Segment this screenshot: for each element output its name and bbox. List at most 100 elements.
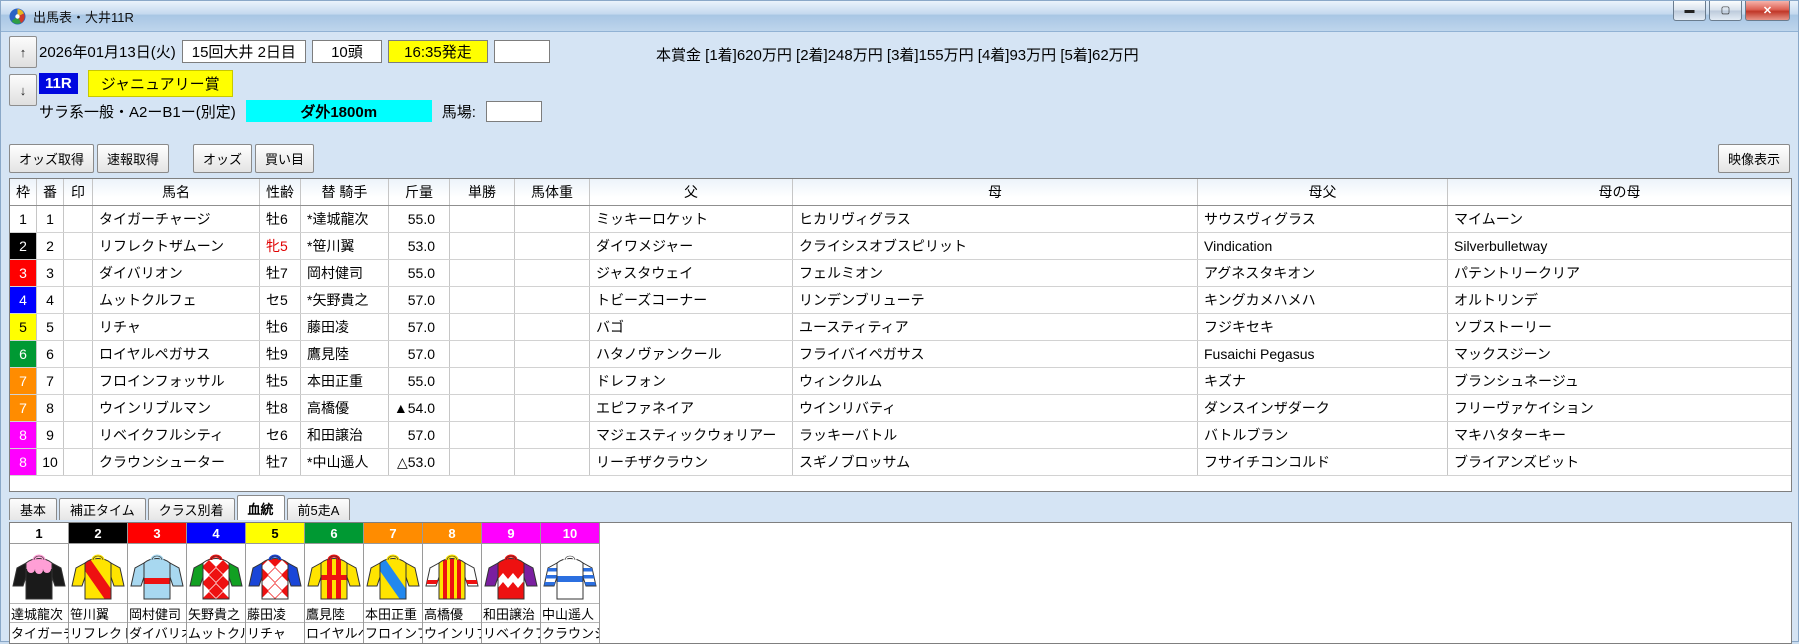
silk-jockey-name: 藤田凌 bbox=[246, 604, 304, 623]
cell-dam: クライシスオブスピリット bbox=[793, 233, 1198, 259]
cell-sire: バゴ bbox=[590, 314, 793, 340]
cell-horse-name: タイガーチャージ bbox=[93, 206, 260, 232]
table-row[interactable]: 44ムットクルフェセ5*矢野貴之57.0トビーズコーナーリンデンブリューテキング… bbox=[10, 287, 1791, 314]
tab-前5走A[interactable]: 前5走A bbox=[287, 498, 351, 520]
cell-mark[interactable] bbox=[64, 206, 93, 232]
next-race-button[interactable]: ↓ bbox=[9, 74, 37, 106]
cell-jockey: 本田正重 bbox=[301, 368, 389, 394]
cell-jockey: 岡村健司 bbox=[301, 260, 389, 286]
cell-waku: 3 bbox=[10, 260, 37, 286]
cell-horse-name: フロインフォッサル bbox=[93, 368, 260, 394]
cell-mark[interactable] bbox=[64, 260, 93, 286]
odds-fetch-button[interactable]: オッズ取得 bbox=[9, 144, 94, 173]
column-header-weight: 斤量 bbox=[389, 179, 450, 205]
cell-win-odds bbox=[450, 233, 515, 259]
column-header-horse-name: 馬名 bbox=[93, 179, 260, 205]
cell-mark[interactable] bbox=[64, 422, 93, 448]
column-header-damsire: 母父 bbox=[1198, 179, 1448, 205]
jockey-silk-icon bbox=[10, 544, 68, 604]
cell-waku: 7 bbox=[10, 395, 37, 421]
cell-sex-age: 牡5 bbox=[260, 368, 301, 394]
cell-mark[interactable] bbox=[64, 314, 93, 340]
table-row[interactable]: 78ウインリブルマン牡8高橋優▲54.0エピファネイアウインリバティダンスインザ… bbox=[10, 395, 1791, 422]
down-arrow-icon: ↓ bbox=[20, 83, 27, 98]
cell-sex-age: 牡6 bbox=[260, 206, 301, 232]
column-header-horse-weight: 馬体重 bbox=[515, 179, 590, 205]
silk-jockey-name: 笹川翼 bbox=[69, 604, 127, 623]
cell-weight: 57.0 bbox=[389, 341, 450, 367]
cell-mark[interactable] bbox=[64, 395, 93, 421]
cell-sire: ダイワメジャー bbox=[590, 233, 793, 259]
table-row[interactable]: 22リフレクトザムーン牝5*笹川翼53.0ダイワメジャークライシスオブスピリット… bbox=[10, 233, 1791, 260]
cell-damsire: フジキセキ bbox=[1198, 314, 1448, 340]
column-header-jockey: 替 騎手 bbox=[301, 179, 389, 205]
cell-damsire: アグネスタキオン bbox=[1198, 260, 1448, 286]
cell-sex-age: 牡9 bbox=[260, 341, 301, 367]
cell-mark[interactable] bbox=[64, 287, 93, 313]
table-row[interactable]: 33ダイバリオン牡7岡村健司55.0ジャスタウェイフェルミオンアグネスタキオンパ… bbox=[10, 260, 1791, 287]
cell-damsire: ダンスインザダーク bbox=[1198, 395, 1448, 421]
window-controls: ▬ ▢ ✕ bbox=[1670, 1, 1790, 21]
column-header-waku: 枠 bbox=[10, 179, 37, 205]
track-condition-input[interactable] bbox=[486, 101, 542, 122]
cell-damsire: Fusaichi Pegasus bbox=[1198, 341, 1448, 367]
silk-jockey-name: 高橋優 bbox=[423, 604, 481, 623]
jockey-silk-icon bbox=[246, 544, 304, 604]
header-blank-box[interactable] bbox=[494, 40, 550, 63]
toolbar: オッズ取得 速報取得 オッズ 買い目 映像表示 bbox=[1, 140, 1798, 176]
cell-horse-name: ロイヤルペガサス bbox=[93, 341, 260, 367]
race-header: ↑ ↓ 2026年01月13日(火) 15回大井 2日目 10頭 16:35発走… bbox=[1, 32, 1798, 140]
minimize-button[interactable]: ▬ bbox=[1673, 1, 1706, 21]
tab-クラス別着[interactable]: クラス別着 bbox=[148, 498, 235, 520]
table-row[interactable]: 11タイガーチャージ牡6*達城龍次55.0ミッキーロケットヒカリヴィグラスサウス… bbox=[10, 206, 1791, 233]
close-button[interactable]: ✕ bbox=[1745, 1, 1790, 21]
jockey-silk-icon bbox=[305, 544, 363, 604]
cell-dam: フライバイペガサス bbox=[793, 341, 1198, 367]
silk-horse-name: フロインフォッサル bbox=[364, 623, 422, 642]
table-row[interactable]: 810クラウンシューター牡7*中山遥人△53.0リーチザクラウンスギノブロッサム… bbox=[10, 449, 1791, 476]
cell-weight: 57.0 bbox=[389, 314, 450, 340]
table-row[interactable]: 89リベイクフルシティセ6和田譲治57.0マジェスティックウォリアーラッキーバト… bbox=[10, 422, 1791, 449]
cell-damsire: サウスヴィグラス bbox=[1198, 206, 1448, 232]
entries-table: 枠番印馬名性齢替 騎手斤量単勝馬体重父母母父母の母 11タイガーチャージ牡6*達… bbox=[9, 178, 1792, 492]
cell-sire: トビーズコーナー bbox=[590, 287, 793, 313]
silk-horse-number: 3 bbox=[128, 523, 186, 544]
cell-win-odds bbox=[450, 206, 515, 232]
jockey-silk-icon bbox=[187, 544, 245, 604]
silk-jockey-name: 和田譲治 bbox=[482, 604, 540, 623]
cell-mark[interactable] bbox=[64, 233, 93, 259]
cell-jockey: *笹川翼 bbox=[301, 233, 389, 259]
maximize-button[interactable]: ▢ bbox=[1709, 1, 1742, 21]
tab-血統[interactable]: 血統 bbox=[237, 495, 285, 520]
cell-jockey: 藤田凌 bbox=[301, 314, 389, 340]
jockey-silk-icon bbox=[364, 544, 422, 604]
silk-horse-number: 4 bbox=[187, 523, 245, 544]
cell-mark[interactable] bbox=[64, 341, 93, 367]
flash-fetch-button[interactable]: 速報取得 bbox=[97, 144, 169, 173]
tab-基本[interactable]: 基本 bbox=[9, 498, 57, 520]
silk-horse-name: タイガーチャージ bbox=[10, 623, 68, 642]
odds-button[interactable]: オッズ bbox=[193, 144, 252, 173]
silk-cell: 1 達城龍次タイガーチャージ bbox=[10, 523, 69, 643]
cell-sire: リーチザクラウン bbox=[590, 449, 793, 475]
silk-horse-name: リチャ bbox=[246, 623, 304, 642]
head-count-box: 10頭 bbox=[312, 40, 382, 63]
cell-horse-weight bbox=[515, 395, 590, 421]
table-row[interactable]: 55リチャ牡6藤田凌57.0バゴユースティティアフジキセキソブストーリー bbox=[10, 314, 1791, 341]
silk-jockey-name: 岡村健司 bbox=[128, 604, 186, 623]
race-name-badge: ジャニュアリー賞 bbox=[88, 70, 233, 97]
course-badge: ダ外1800m bbox=[246, 100, 432, 122]
table-row[interactable]: 66ロイヤルペガサス牡9鷹見陸57.0ハタノヴァンクールフライバイペガサスFus… bbox=[10, 341, 1791, 368]
prev-race-button[interactable]: ↑ bbox=[9, 36, 37, 68]
cell-num: 5 bbox=[37, 314, 64, 340]
cell-mark[interactable] bbox=[64, 449, 93, 475]
cell-num: 2 bbox=[37, 233, 64, 259]
silk-horse-name: ウインリブルマン bbox=[423, 623, 481, 642]
kaime-button[interactable]: 買い目 bbox=[255, 144, 314, 173]
table-row[interactable]: 77フロインフォッサル牡5本田正重55.0ドレフォンウィンクルムキズナブランシュ… bbox=[10, 368, 1791, 395]
cell-mark[interactable] bbox=[64, 368, 93, 394]
cell-num: 3 bbox=[37, 260, 64, 286]
video-display-button[interactable]: 映像表示 bbox=[1718, 144, 1790, 173]
cell-waku: 1 bbox=[10, 206, 37, 232]
tab-補正タイム[interactable]: 補正タイム bbox=[59, 498, 146, 520]
